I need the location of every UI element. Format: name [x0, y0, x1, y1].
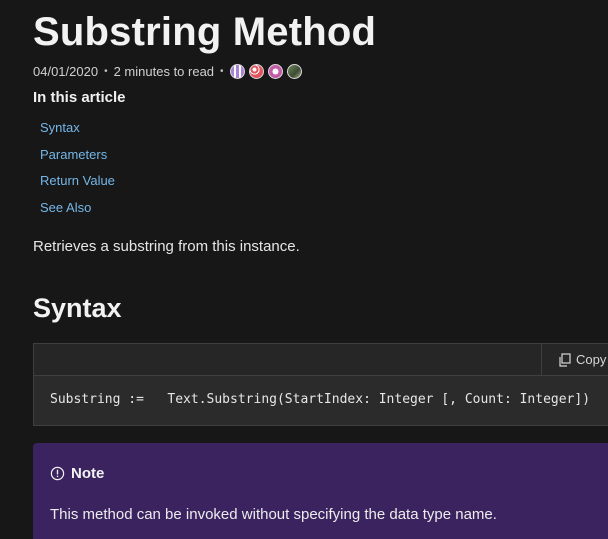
contributors-list [229, 63, 302, 79]
syntax-heading: Syntax [33, 293, 122, 323]
article-metadata: 04/01/2020 • 2 minutes to read • [33, 62, 302, 80]
toc-item: Return Value [40, 171, 115, 198]
toc-heading: In this article [33, 89, 126, 106]
article-date: 04/01/2020 [33, 63, 99, 79]
toc-link-see-also[interactable]: See Also [40, 200, 91, 215]
page-title: Substring Method [33, 10, 377, 54]
meta-separator: • [104, 65, 108, 77]
copy-button-label: Copy [576, 352, 607, 367]
toc-item: Parameters [40, 145, 115, 172]
docs-page: Substring Method 04/01/2020 • 2 minutes … [0, 0, 608, 539]
contributor-avatar[interactable] [248, 63, 264, 79]
contributor-avatar[interactable] [286, 63, 302, 79]
code-block: Copy Substring := Text.Substring(StartIn… [33, 343, 608, 426]
code-text[interactable]: Substring := Text.Substring(StartIndex: … [50, 392, 590, 407]
article-summary: Retrieves a substring from this instance… [33, 238, 300, 255]
copy-icon [558, 352, 572, 367]
info-circle-icon [50, 466, 65, 481]
note-callout: Note This method can be invoked without … [33, 443, 608, 539]
table-of-contents: Syntax Parameters Return Value See Also [40, 118, 115, 224]
copy-button[interactable]: Copy [541, 344, 608, 375]
toc-link-parameters[interactable]: Parameters [40, 147, 107, 162]
contributor-avatar[interactable] [267, 63, 283, 79]
note-title-label: Note [71, 465, 105, 482]
code-block-header: Copy [34, 344, 608, 376]
toc-item: See Also [40, 198, 115, 225]
toc-link-syntax[interactable]: Syntax [40, 120, 80, 135]
toc-item: Syntax [40, 118, 115, 145]
read-time: 2 minutes to read [113, 63, 215, 79]
meta-separator: • [220, 65, 224, 77]
note-text: This method can be invoked without speci… [50, 506, 497, 523]
contributor-avatar[interactable] [229, 63, 245, 79]
toc-link-return-value[interactable]: Return Value [40, 173, 115, 188]
note-title: Note [50, 465, 104, 482]
